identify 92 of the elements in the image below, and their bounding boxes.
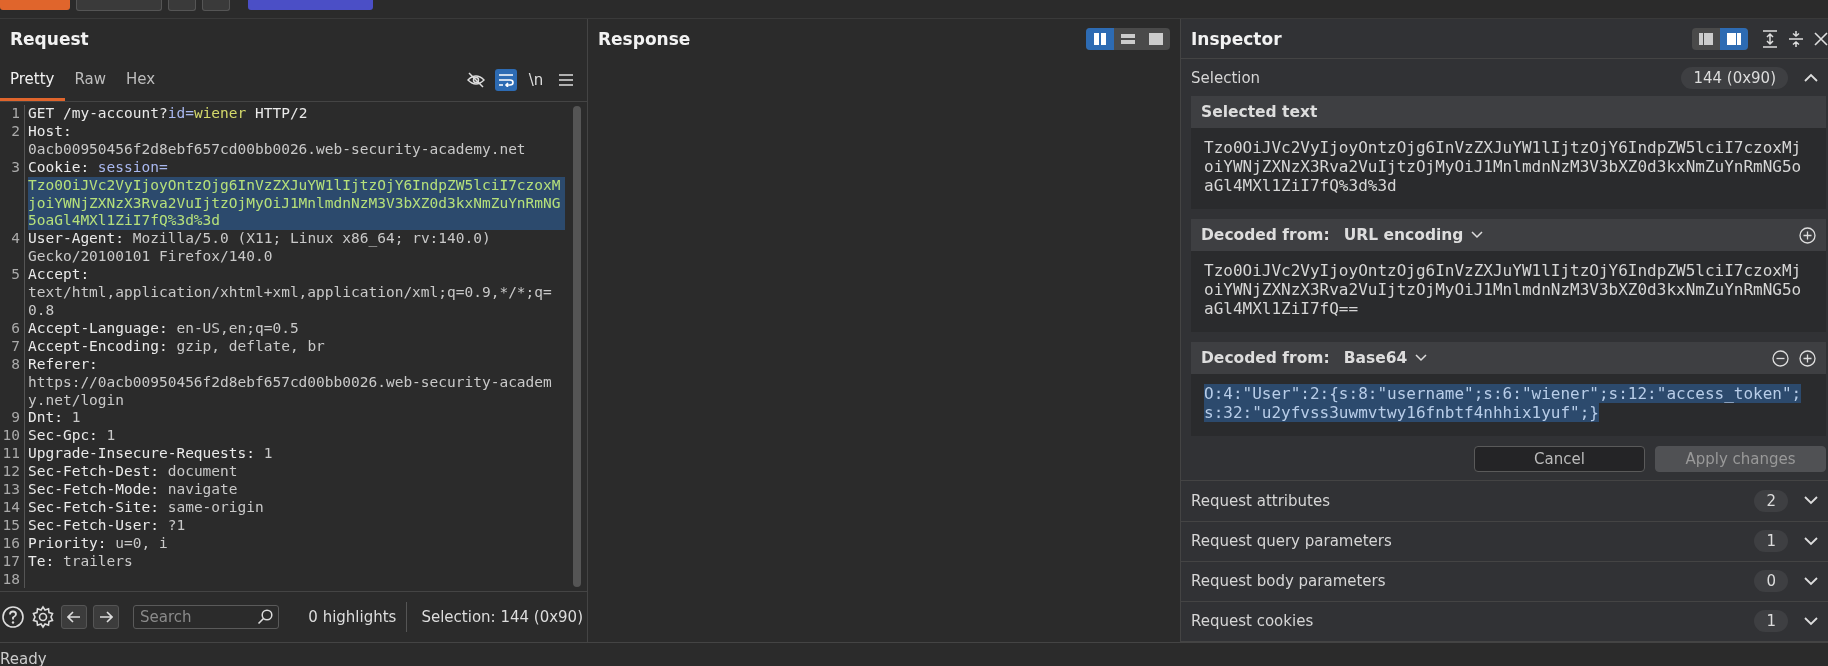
panel-title: Inspector — [1191, 28, 1282, 49]
code-line: Sec-Gpc: 1 — [27, 427, 117, 446]
view-tab[interactable]: Raw — [64, 59, 117, 101]
line-number: 6 — [0, 319, 25, 338]
line-number: 10 — [0, 427, 25, 446]
line-number: 7 — [0, 337, 25, 356]
collapse-icon[interactable] — [1788, 29, 1804, 48]
code-line: Sec-Fetch-Mode: navigate — [27, 481, 239, 499]
layout-icon — [1149, 32, 1163, 46]
count-badge: 1 — [1754, 610, 1788, 633]
count-badge: 2 — [1754, 489, 1788, 512]
chevron-icon[interactable] — [1804, 73, 1818, 83]
section-label[interactable]: Request body parameters — [1191, 572, 1386, 591]
code-line: User-Agent: Mozilla/5.0 (X11; Linux x86_64; rv:140.0) Gecko/20100101 Firefox/140.0 — [27, 230, 492, 267]
wrap-lines-icon[interactable] — [495, 69, 517, 91]
decoded-text: O:4:"User":2:{s:8:"username";s:6:"wiener";s:12:"access_token";s:32:"u2yfvss3uwmvtwy16fnbtf4nhhix1yuf";} — [1204, 384, 1803, 423]
code-line: Sec-Fetch-Dest: document — [27, 463, 239, 482]
line-number: 13 — [0, 481, 25, 499]
chevron-icon[interactable] — [1804, 576, 1818, 586]
chevron-down-icon — [1415, 354, 1428, 363]
count-badge: 144 (0x90) — [1681, 66, 1788, 89]
line-number: 5 — [0, 266, 25, 320]
code-line: Sec-Fetch-User: ?1 — [27, 516, 187, 535]
line-number: 15 — [0, 516, 25, 535]
line-number: 16 — [0, 534, 25, 553]
line-number: 9 — [0, 409, 25, 428]
settings-icon[interactable] — [31, 605, 55, 629]
code-line: Referer: https://0acb00950456f2d8ebf657cd00bb0026.web-security-academy.net/login — [27, 355, 553, 410]
code-line: Upgrade-Insecure-Requests: 1 — [27, 445, 274, 464]
panel-title: Request — [10, 29, 89, 49]
line-number: 3 — [0, 158, 25, 231]
line-number: 8 — [0, 355, 25, 410]
decoded-text: Tzo0OiJVc2VyIjoyOntzOjg6InVzZXJuYW1lIjtzOjY6IndpZW5lciI7czoxMjoiYWNjZXNzX3Rva2VuIjtzOjMyOiJ1MnlmdnNzM3V3bXZ0d3kxNmZuYnRmNG5oaGl4MXl1ZiI7fQ== — [1204, 261, 1803, 319]
section-label[interactable]: Request cookies — [1191, 612, 1314, 631]
code-line: Host: 0acb00950456f2d8ebf657cd00bb0026.web-security-academy.net — [27, 122, 527, 159]
code-line: Cookie: session= Tzo0OiJVc2VyIjoyOntzOjg6InVzZXJuYW1lIjtzOjY6IndpZW5lciI7czoxMjoiYWNjZXNzX3Rva2VuIjtzOjMyOiJ1MnlmdnNzM3V3bXZ0d3kxNmZuYnRmNG5oaGl4MXl1ZiI7fQ%3d%3d — [25, 158, 565, 231]
line-number: 2 — [0, 122, 25, 159]
forward-button[interactable] — [93, 605, 119, 629]
scrollbar[interactable] — [573, 106, 581, 587]
layout-icon — [1699, 31, 1713, 46]
layout-icon — [1121, 32, 1135, 46]
decoded-label: Decoded from: — [1201, 226, 1330, 245]
code-line: Accept-Language: en-US,en;q=0.5 — [27, 319, 300, 338]
section-label[interactable]: Selection — [1191, 68, 1261, 87]
back-button[interactable] — [61, 605, 87, 629]
view-tab[interactable]: Pretty — [0, 59, 65, 101]
panel-title: Response — [598, 29, 691, 49]
line-number: 12 — [0, 463, 25, 482]
code-line: Priority: u=0, i — [27, 534, 169, 553]
section-label[interactable]: Request query parameters — [1191, 532, 1392, 551]
selection-info: Selection: 144 (0x90) — [420, 608, 583, 626]
cancel-button[interactable]: Cancel — [1474, 446, 1645, 473]
arrow-left-icon — [67, 611, 81, 623]
search-icon — [257, 609, 273, 625]
encoding-dropdown[interactable]: URL encoding — [1343, 226, 1484, 245]
close-icon[interactable] — [1814, 31, 1828, 46]
chevron-icon[interactable] — [1804, 536, 1818, 546]
line-number: 1 — [0, 105, 25, 123]
encoding-dropdown[interactable]: Base64 — [1343, 349, 1428, 368]
selected-text: Tzo0OiJVc2VyIjoyOntzOjg6InVzZXJuYW1lIjtzOjY6IndpZW5lciI7czoxMjoiYWNjZXNzX3Rva2VuIjtzOjMyOiJ1MnlmdnNzM3V3bXZ0d3kxNmZuYnRmNG5oaGl4MXl1ZiI7fQ%3d%3d — [1204, 138, 1803, 196]
layout-icon — [1093, 32, 1107, 46]
remove-icon[interactable] — [1772, 349, 1789, 367]
count-badge: 1 — [1754, 530, 1788, 553]
code-line: Accept-Encoding: gzip, deflate, br — [27, 337, 326, 356]
line-number: 11 — [0, 445, 25, 464]
decoded-label: Decoded from: — [1201, 349, 1330, 368]
view-tab[interactable]: Hex — [116, 59, 166, 101]
chevron-icon[interactable] — [1804, 496, 1818, 506]
search-field[interactable]: Search — [133, 605, 279, 629]
code-line: Te: trailers — [27, 552, 134, 571]
arrow-right-icon — [99, 611, 113, 623]
expand-icon[interactable] — [1762, 29, 1778, 48]
section-label[interactable]: Request attributes — [1191, 491, 1330, 510]
layout-option[interactable] — [1086, 28, 1114, 50]
highlights-count: 0 highlights — [308, 602, 408, 632]
count-badge: 0 — [1754, 570, 1788, 593]
help-icon[interactable] — [1, 605, 25, 629]
line-number: 14 — [0, 498, 25, 517]
code-line: GET /my-account?id=wiener HTTP/2 — [27, 105, 309, 123]
layout-option[interactable] — [1720, 27, 1748, 50]
code-line: Dnt: 1 — [27, 409, 82, 428]
section-header: Selected text — [1191, 96, 1826, 129]
add-icon[interactable] — [1799, 226, 1816, 244]
add-icon[interactable] — [1799, 349, 1816, 367]
line-number: 18 — [0, 570, 25, 589]
chevron-down-icon — [1471, 231, 1484, 240]
newline-toggle[interactable]: \n — [525, 69, 547, 91]
layout-icon — [1727, 31, 1741, 46]
code-line: Sec-Fetch-Site: same-origin — [27, 498, 265, 517]
chevron-icon[interactable] — [1804, 616, 1818, 626]
line-number: 4 — [0, 230, 25, 267]
line-number: 17 — [0, 552, 25, 571]
